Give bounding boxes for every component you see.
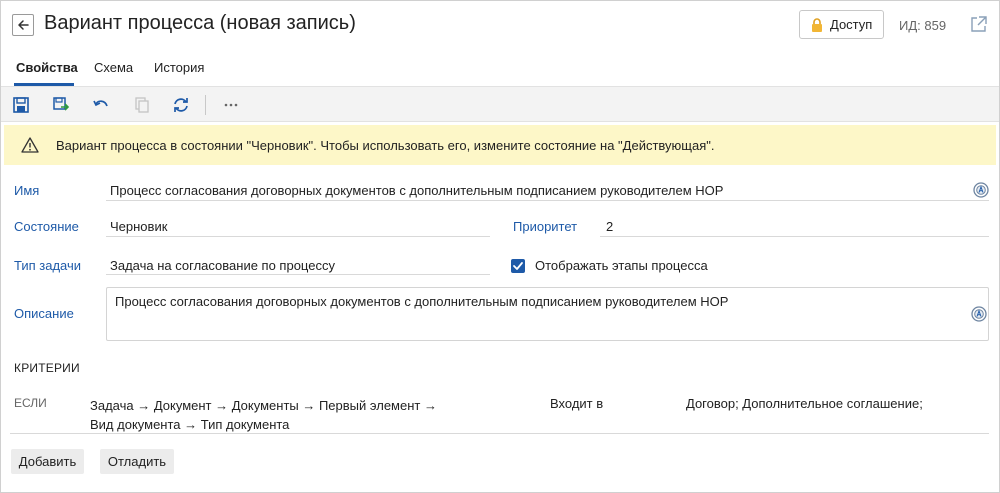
refresh-icon — [174, 98, 188, 112]
save-icon — [13, 97, 29, 113]
name-field[interactable]: Процесс согласования договорных документ… — [110, 183, 723, 198]
more-button[interactable] — [221, 95, 241, 115]
task-type-label: Тип задачи — [14, 258, 82, 273]
criteria-path[interactable]: Задача → Документ → Документы → Первый э… — [90, 396, 437, 434]
save-and-close-button[interactable] — [51, 95, 71, 115]
undo-button[interactable] — [91, 95, 111, 115]
show-stages-label[interactable]: Отображать этапы процесса — [535, 258, 708, 273]
back-button[interactable] — [12, 14, 34, 36]
tab-schema[interactable]: Схема — [94, 60, 133, 75]
priority-field[interactable]: 2 — [606, 219, 613, 234]
show-stages-checkbox[interactable] — [511, 259, 525, 273]
warning-icon — [21, 137, 39, 153]
access-button-label: Доступ — [830, 17, 873, 32]
tab-history[interactable]: История — [154, 60, 204, 75]
criteria-path-line: Задача → Документ → Документы → Первый э… — [90, 398, 437, 413]
priority-field-underline — [600, 236, 989, 237]
page-title: Вариант процесса (новая запись) — [44, 12, 356, 34]
state-field-underline — [106, 236, 490, 237]
tab-bar: Свойства Схема История — [0, 52, 1000, 86]
warning-text: Вариант процесса в состоянии "Черновик".… — [56, 138, 715, 153]
priority-label: Приоритет — [513, 219, 578, 234]
task-type-field[interactable]: Задача на согласование по процессу — [110, 258, 335, 273]
copy-button[interactable] — [132, 95, 152, 115]
lock-icon — [812, 17, 822, 32]
open-external-button[interactable] — [970, 15, 988, 33]
save-button[interactable] — [11, 95, 31, 115]
description-label: Описание — [14, 306, 74, 321]
record-id: ИД: 859 — [899, 18, 947, 33]
localization-icon[interactable] — [972, 181, 990, 199]
description-text: Процесс согласования договорных документ… — [115, 294, 729, 309]
criteria-value[interactable]: Договор; Дополнительное соглашение; — [686, 396, 923, 411]
access-button[interactable]: Доступ — [799, 10, 884, 39]
refresh-button[interactable] — [171, 95, 191, 115]
criteria-operator[interactable]: Входит в — [550, 396, 603, 411]
criteria-if-label: ЕСЛИ — [14, 396, 47, 410]
warning-banner: Вариант процесса в состоянии "Черновик".… — [4, 125, 996, 165]
state-field[interactable]: Черновик — [110, 219, 167, 234]
task-type-field-underline — [106, 274, 490, 275]
debug-button[interactable]: Отладить — [100, 449, 174, 474]
description-textarea[interactable]: Процесс согласования договорных документ… — [106, 287, 989, 341]
tab-properties[interactable]: Свойства — [16, 60, 78, 75]
name-label: Имя — [14, 183, 40, 198]
localization-icon[interactable] — [970, 305, 988, 323]
criteria-divider — [10, 433, 989, 434]
external-link-icon — [971, 16, 987, 32]
more-icon — [224, 103, 238, 107]
copy-icon — [135, 97, 149, 113]
header: Вариант процесса (новая запись) Доступ И… — [0, 0, 1000, 50]
check-icon — [513, 262, 523, 270]
save-as-icon — [53, 97, 70, 111]
state-label: Состояние — [14, 219, 79, 234]
toolbar — [1, 86, 999, 122]
add-button[interactable]: Добавить — [11, 449, 84, 474]
undo-icon — [93, 100, 108, 107]
criteria-title: КРИТЕРИИ — [14, 361, 80, 375]
arrow-left-icon — [18, 20, 29, 30]
toolbar-separator — [205, 95, 206, 115]
criteria-path-line: Вид документа → Тип документа — [90, 417, 290, 432]
name-field-underline — [106, 200, 989, 201]
